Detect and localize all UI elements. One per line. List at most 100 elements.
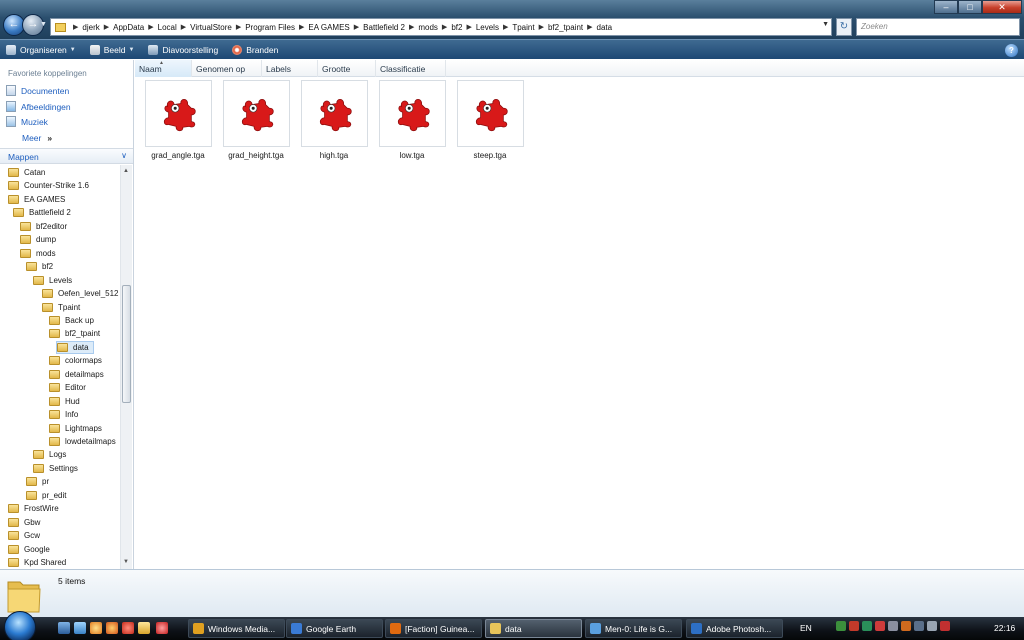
folders-header[interactable]: Mappen ∨ [0,148,133,164]
tree-item[interactable]: Lightmaps [49,422,102,435]
taskbar-button[interactable]: Google Earth [286,619,383,638]
address-dropdown-icon[interactable]: ▼ [822,21,829,28]
scroll-down-icon[interactable]: ▼ [123,559,129,565]
tree-item[interactable]: Google [8,543,50,556]
tree-item[interactable]: pr_edit [26,489,66,502]
breadcrumb-item[interactable]: Program Files [245,23,295,32]
tree-item[interactable]: Settings [33,462,78,475]
chevron-right-icon[interactable]: ▶ [409,23,414,31]
breadcrumb-item[interactable]: AppData [113,23,144,32]
start-button[interactable] [4,611,36,640]
tree-item[interactable]: data [56,340,94,354]
taskbar-button[interactable]: [Faction] Guinea... [385,619,482,638]
tree-item[interactable]: Hud [49,395,80,408]
breadcrumb-item[interactable]: Tpaint [512,23,534,32]
taskbar-button[interactable]: Adobe Photosh... [686,619,783,638]
tree-item[interactable]: Battlefield 2 [13,206,71,219]
update-icon[interactable] [901,621,911,631]
breadcrumb-item[interactable]: bf2 [451,23,462,32]
tree-item[interactable]: Logs [33,448,66,461]
breadcrumb-item[interactable]: djerk [82,23,99,32]
breadcrumb-item[interactable]: mods [418,23,438,32]
breadcrumb-item[interactable]: data [597,23,613,32]
favorite-link-documents[interactable]: Documenten [6,85,69,96]
minimize-button[interactable]: – [934,0,958,14]
tree-item[interactable]: Catan [8,166,45,179]
file-item[interactable]: grad_height.tga [221,80,291,160]
favorite-link-pictures[interactable]: Afbeeldingen [6,101,71,112]
tree-item[interactable]: Kpd Shared [8,556,66,569]
breadcrumb-item[interactable]: EA GAMES [308,23,349,32]
tree-item[interactable]: pr [26,475,49,488]
show-desktop-icon[interactable] [58,622,70,634]
slideshow-button[interactable]: Diavoorstelling [148,44,218,55]
refresh-button[interactable]: ↻ [836,18,852,36]
address-field[interactable]: ▶ djerk ▶ AppData ▶ Local ▶ VirtualStore ▶ Progr… [50,18,832,36]
taskbar-button[interactable]: Men-0: Life is G... [585,619,682,638]
close-button[interactable]: ✕ [982,0,1022,14]
tree-item[interactable]: bf2_tpaint [49,327,100,340]
firefox-icon[interactable] [106,622,118,634]
taskbar-button[interactable]: data [485,619,582,638]
column-size[interactable]: Grootte [318,60,376,77]
tree-item[interactable]: Gbw [8,516,40,529]
chevron-right-icon[interactable]: ▶ [299,23,304,31]
column-name[interactable]: ▲ Naam [135,60,192,77]
chevron-right-icon[interactable]: ▶ [148,23,153,31]
safely-remove-icon[interactable] [888,621,898,631]
tree-item[interactable]: bf2editor [20,220,67,233]
alert-icon[interactable] [875,621,885,631]
tree-scrollbar[interactable]: ▲ ▼ [120,165,132,569]
tree-item[interactable]: Editor [49,381,86,394]
tree-item[interactable]: Levels [33,274,72,287]
power-icon[interactable] [940,621,950,631]
breadcrumb-item[interactable]: Local [158,23,177,32]
organize-button[interactable]: Organiseren ▼ [6,44,76,55]
taskbar-button[interactable]: Windows Media... [188,619,285,638]
scrollbar-thumb[interactable] [122,285,131,403]
network-icon[interactable] [836,621,846,631]
opera-icon[interactable] [122,622,134,634]
chevron-right-icon[interactable]: ▶ [354,23,359,31]
column-date-taken[interactable]: Genomen op [192,60,262,77]
tree-item[interactable]: colormaps [49,354,102,367]
tree-item[interactable]: Oefen_level_512 [42,287,119,300]
clock[interactable]: 22:16 [994,623,1015,633]
tree-item[interactable]: detailmaps [49,368,104,381]
chevron-right-icon[interactable]: ▶ [181,23,186,31]
tree-item[interactable]: mods [20,247,56,260]
maximize-button[interactable]: □ [958,0,982,14]
scroll-up-icon[interactable]: ▲ [123,168,129,174]
breadcrumb-item[interactable]: Levels [476,23,499,32]
breadcrumb-item[interactable]: VirtualStore [190,23,232,32]
tree-item[interactable]: Tpaint [42,301,80,314]
tree-item[interactable]: Gcw [8,529,40,542]
tree-item[interactable]: Counter-Strike 1.6 [8,179,89,192]
search-input[interactable]: Zoeken [856,18,1020,36]
burn-button[interactable]: Branden [232,44,278,55]
app-tray-icon[interactable] [862,621,872,631]
chevron-right-icon[interactable]: ▶ [104,23,109,31]
tree-item[interactable]: EA GAMES [8,193,65,206]
tree-item[interactable]: bf2 [26,260,53,273]
file-item[interactable]: grad_angle.tga [143,80,213,160]
language-indicator[interactable]: EN [800,623,812,633]
media-icon[interactable] [156,622,168,634]
tree-item[interactable]: Back up [49,314,94,327]
tree-item[interactable]: lowdetailmaps [49,435,116,448]
breadcrumb-item[interactable]: Battlefield 2 [363,23,405,32]
chevron-right-icon[interactable]: ▶ [503,23,508,31]
chevron-right-icon[interactable]: ▶ [587,23,592,31]
switch-windows-icon[interactable] [74,622,86,634]
file-item[interactable]: low.tga [377,80,447,160]
view-button[interactable]: Beeld ▼ [89,44,134,55]
folder-quicklaunch-icon[interactable] [138,622,150,634]
help-button[interactable]: ? [1005,44,1018,57]
tree-item[interactable]: Info [49,408,78,421]
file-item[interactable]: steep.tga [455,80,525,160]
chevron-right-icon[interactable]: ▶ [539,23,544,31]
column-tags[interactable]: Labels [262,60,318,77]
column-rating[interactable]: Classificatie [376,60,446,77]
monitor-icon[interactable] [914,621,924,631]
recent-pages-dropdown[interactable]: ▼ [40,21,48,28]
